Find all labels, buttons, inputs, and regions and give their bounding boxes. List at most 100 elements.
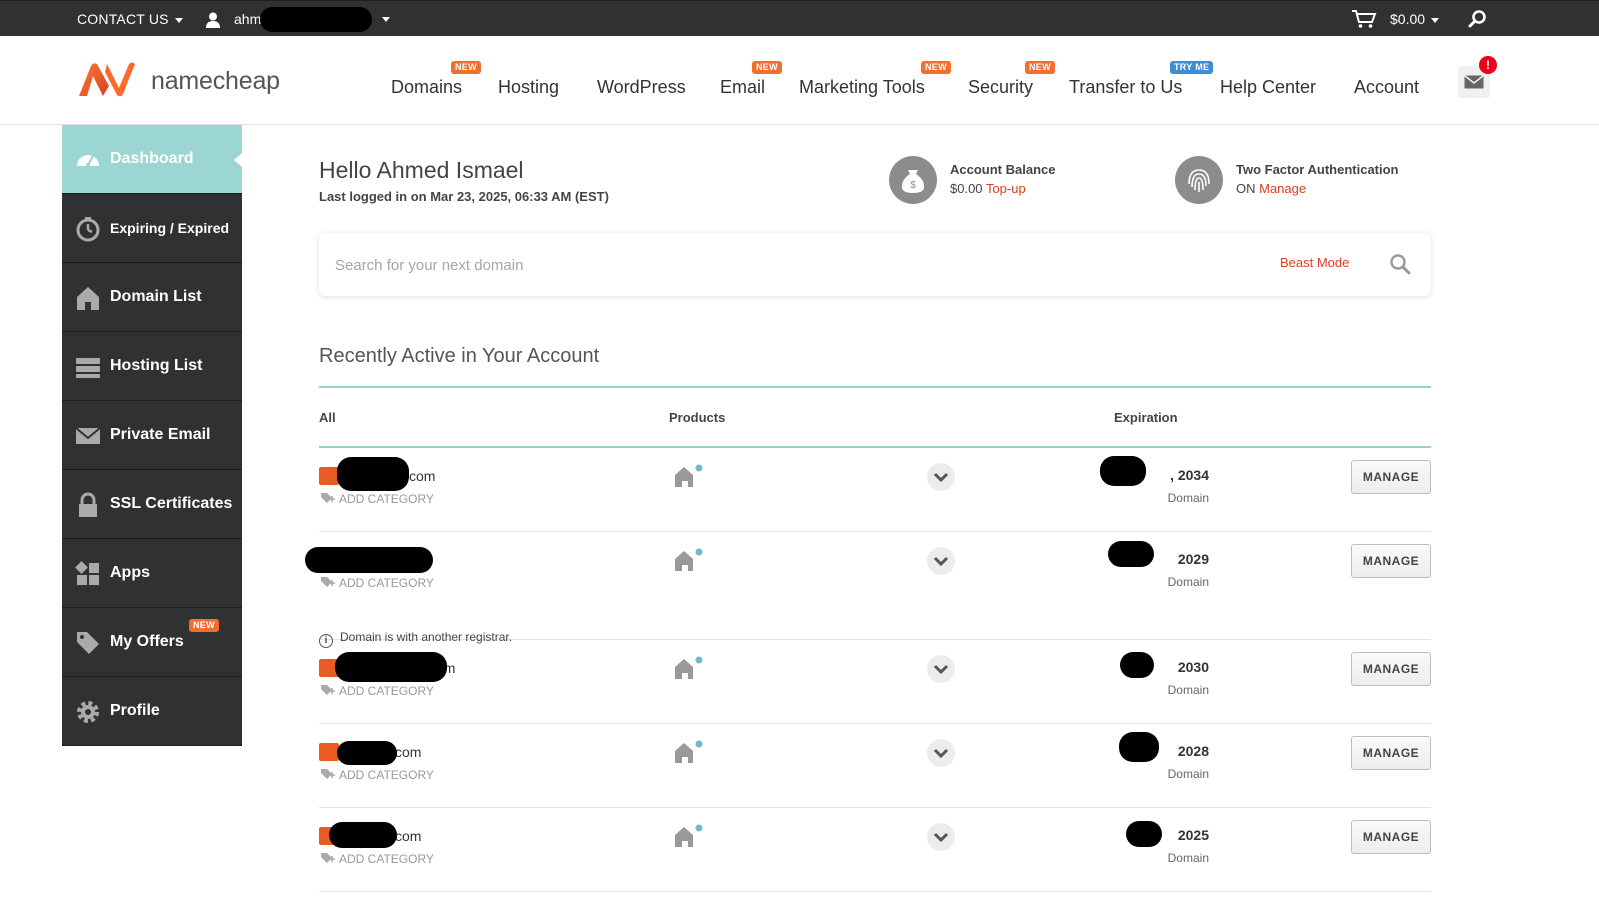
- search-icon[interactable]: [1389, 253, 1411, 275]
- tag-plus-icon: [321, 493, 335, 503]
- domain-name[interactable]: com: [409, 468, 435, 484]
- nav-label: Transfer to Us: [1069, 77, 1183, 97]
- contact-us-menu[interactable]: CONTACT US: [77, 11, 183, 27]
- tag-plus-icon: [321, 769, 335, 779]
- cart-balance-menu[interactable]: $0.00: [1390, 11, 1440, 27]
- add-category-label: ADD CATEGORY: [339, 492, 434, 506]
- sidebar-item-apps[interactable]: Apps: [62, 539, 242, 608]
- redaction: [335, 652, 447, 682]
- manage-button[interactable]: MANAGE: [1351, 736, 1431, 770]
- manage-button[interactable]: MANAGE: [1351, 820, 1431, 854]
- new-badge: NEW: [189, 619, 219, 632]
- manage-button[interactable]: MANAGE: [1351, 460, 1431, 494]
- top-up-link[interactable]: Top-up: [986, 181, 1026, 196]
- column-all[interactable]: All: [319, 410, 336, 425]
- house-product-icon[interactable]: [673, 739, 705, 765]
- house-product-icon[interactable]: [673, 547, 705, 573]
- add-category-link[interactable]: ADD CATEGORY: [321, 768, 434, 782]
- user-icon: [206, 12, 220, 28]
- manage-button[interactable]: MANAGE: [1351, 652, 1431, 686]
- add-category-link[interactable]: ADD CATEGORY: [321, 492, 434, 506]
- domain-name[interactable]: com: [395, 828, 421, 844]
- nav-marketing-tools[interactable]: Marketing Tools NEW: [799, 61, 951, 98]
- nav-account[interactable]: Account: [1354, 77, 1419, 98]
- sidebar-item-domain-list[interactable]: Domain List: [62, 263, 242, 332]
- add-category-link[interactable]: ADD CATEGORY: [321, 852, 434, 866]
- contact-us-label: CONTACT US: [77, 11, 169, 27]
- last-login-text: Last logged in on Mar 23, 2025, 06:33 AM…: [319, 189, 609, 204]
- sidebar-item-expiring[interactable]: Expiring / Expired: [62, 194, 242, 263]
- sidebar-item-ssl-certificates[interactable]: SSL Certificates: [62, 470, 242, 539]
- chevron-down-icon: [174, 17, 183, 23]
- add-category-link[interactable]: ADD CATEGORY: [321, 576, 434, 590]
- nav-help-center[interactable]: Help Center: [1220, 77, 1316, 98]
- domain-name[interactable]: com: [395, 744, 421, 760]
- table-row: com ADD CATEGORY A2028 Domain MANAGE: [319, 724, 1431, 808]
- chevron-down-icon: [933, 748, 949, 759]
- gear-icon: [77, 701, 99, 723]
- sidebar: Dashboard Expiring / Expired Domain List…: [62, 125, 243, 746]
- nav-email[interactable]: Email NEW: [720, 61, 782, 98]
- domain-search-input[interactable]: [335, 251, 1235, 279]
- redaction: [1108, 541, 1154, 567]
- expand-row-button[interactable]: [927, 655, 955, 683]
- apps-icon: [75, 561, 99, 585]
- manage-button[interactable]: MANAGE: [1351, 544, 1431, 578]
- cart-icon[interactable]: [1351, 9, 1377, 29]
- house-product-icon[interactable]: [673, 823, 705, 849]
- nav-wordpress[interactable]: WordPress: [597, 77, 686, 98]
- expiration-date: D2030: [1099, 659, 1209, 675]
- add-category-link[interactable]: ADD CATEGORY: [321, 684, 434, 698]
- sidebar-item-hosting-list[interactable]: Hosting List: [62, 332, 242, 401]
- sidebar-item-label: Apps: [110, 564, 150, 581]
- envelope-icon: [1464, 75, 1484, 89]
- tag-icon: [77, 632, 99, 654]
- chevron-down-icon: [1431, 17, 1440, 23]
- namecheap-logo[interactable]: namecheap: [77, 60, 287, 100]
- nav-hosting[interactable]: Hosting: [498, 77, 559, 98]
- sidebar-item-label: Profile: [110, 702, 160, 719]
- expand-row-button[interactable]: [927, 823, 955, 851]
- chevron-down-icon: [382, 17, 390, 22]
- expiration-type: Domain: [1167, 851, 1209, 865]
- redaction: [260, 7, 372, 32]
- redaction: [1120, 652, 1154, 678]
- search-icon[interactable]: [1468, 9, 1488, 29]
- balance-amount: $0.00: [950, 181, 983, 196]
- user-name: ahm: [234, 11, 262, 27]
- nav-security[interactable]: Security NEW: [968, 61, 1055, 98]
- beast-mode-link[interactable]: Beast Mode: [1280, 255, 1349, 270]
- redaction: [305, 547, 433, 573]
- nav-transfer-to-us[interactable]: Transfer to Us TRY ME: [1069, 61, 1214, 98]
- redaction: [1100, 456, 1146, 486]
- nav-label: Security: [968, 77, 1034, 97]
- expand-row-button[interactable]: [927, 547, 955, 575]
- lock-icon: [79, 492, 97, 517]
- nav-domains[interactable]: Domains NEW: [391, 61, 481, 98]
- add-category-label: ADD CATEGORY: [339, 768, 434, 782]
- sidebar-item-label: Dashboard: [110, 150, 194, 167]
- server-icon: [76, 358, 100, 378]
- nav-label: Account: [1354, 77, 1420, 97]
- table-row: com ADD CATEGORY Au2025 Domain MANAGE: [319, 808, 1431, 892]
- logo-text: namecheap: [151, 67, 280, 95]
- expiration-type: Domain: [1167, 575, 1209, 589]
- try-me-badge: TRY ME: [1170, 61, 1214, 74]
- expand-row-button[interactable]: [927, 739, 955, 767]
- expand-row-button[interactable]: [927, 463, 955, 491]
- notification-badge: !: [1479, 56, 1497, 74]
- sidebar-item-dashboard[interactable]: Dashboard: [62, 125, 243, 194]
- manage-2fa-link[interactable]: Manage: [1259, 181, 1306, 196]
- redaction: [329, 822, 397, 848]
- sidebar-item-my-offers[interactable]: My Offers NEW: [62, 608, 242, 677]
- timer-icon: [76, 217, 100, 242]
- redaction: [337, 741, 397, 765]
- chevron-down-icon: [933, 664, 949, 675]
- tag-plus-icon: [321, 853, 335, 863]
- sidebar-item-private-email[interactable]: Private Email: [62, 401, 242, 470]
- sidebar-item-profile[interactable]: Profile: [62, 677, 242, 746]
- house-product-icon[interactable]: [673, 655, 705, 681]
- expiration-year: 2028: [1177, 743, 1209, 759]
- house-product-icon[interactable]: [673, 463, 705, 489]
- greeting: Hello Ahmed Ismael: [319, 157, 524, 183]
